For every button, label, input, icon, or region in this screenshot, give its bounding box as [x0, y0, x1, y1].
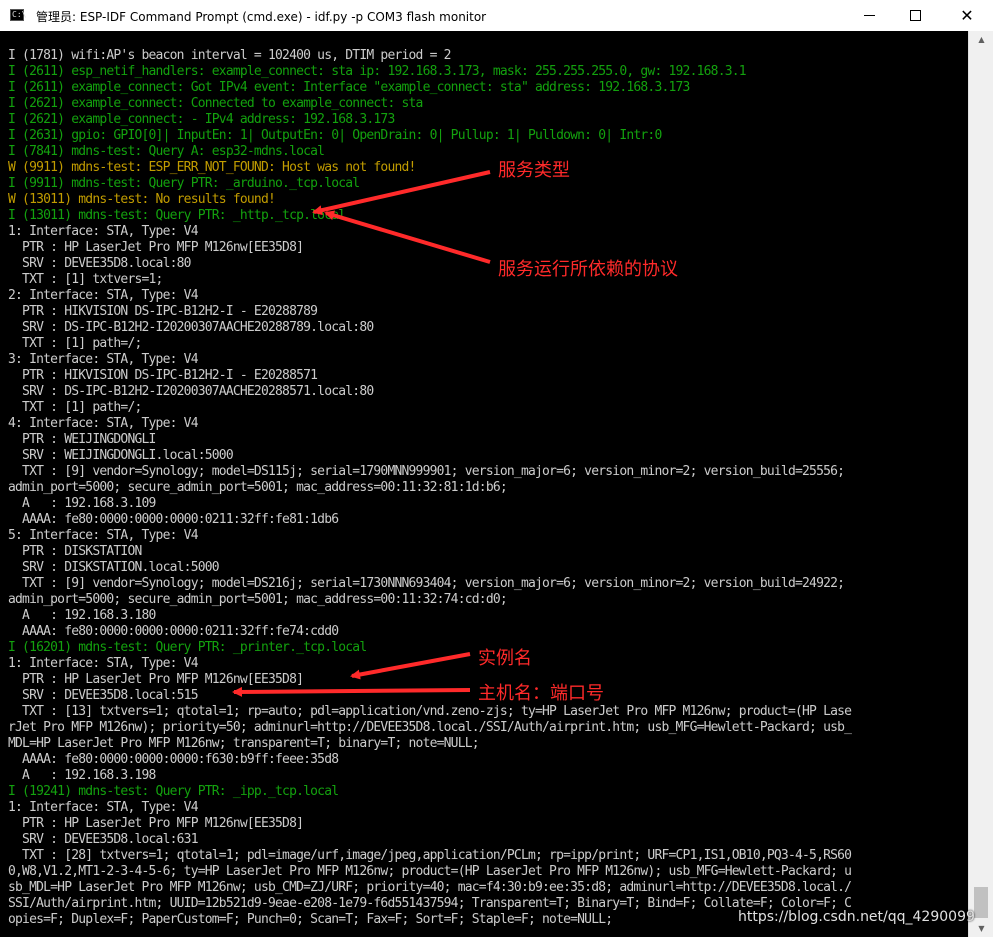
- console-line: PTR : DISKSTATION: [8, 544, 142, 559]
- console-line: 3: Interface: STA, Type: V4: [8, 352, 199, 367]
- console-line: I (16201) mdns-test: Query PTR: _printer…: [8, 640, 367, 655]
- console-line: 2: Interface: STA, Type: V4: [8, 288, 199, 303]
- console-line: 1: Interface: STA, Type: V4: [8, 224, 199, 239]
- console-line: MDL=HP LaserJet Pro MFP M126nw; transpar…: [8, 736, 480, 751]
- cmd-app-icon[interactable]: C:\: [10, 9, 26, 21]
- console-line: W (9911) mdns-test: ESP_ERR_NOT_FOUND: H…: [8, 160, 416, 175]
- annotation-host-port: 主机名：端口号: [478, 683, 604, 704]
- console-line: 0,W8,V1.2,MT1-2-3-4-5-6; ty=HP LaserJet …: [8, 864, 852, 879]
- console-line: W (13011) mdns-test: No results found!: [8, 192, 276, 207]
- console-line: I (19241) mdns-test: Query PTR: _ipp._tc…: [8, 784, 339, 799]
- console-line: PTR : HIKVISION DS-IPC-B12H2-I - E202887…: [8, 304, 318, 319]
- console-line: TXT : [28] txtvers=1; qtotal=1; pdl=imag…: [8, 848, 852, 863]
- console-line: admin_port=5000; secure_admin_port=5001;…: [8, 480, 508, 495]
- close-button[interactable]: ✕: [944, 0, 990, 31]
- console-line: 5: Interface: STA, Type: V4: [8, 528, 199, 543]
- console-line: TXT : [1] txtvers=1;: [8, 272, 163, 287]
- console-line: PTR : HIKVISION DS-IPC-B12H2-I - E202885…: [8, 368, 318, 383]
- console-lines: I (1781) wifi:AP's beacon interval = 102…: [8, 48, 852, 928]
- console-line: SRV : DEVEE35D8.local:631: [8, 832, 198, 847]
- console-line: A : 192.168.3.180: [8, 608, 156, 623]
- console-line: 1: Interface: STA, Type: V4: [8, 656, 199, 671]
- console-line: opies=F; Duplex=F; PaperCustom=F; Punch=…: [8, 912, 613, 927]
- console-line: TXT : [13] txtvers=1; qtotal=1; rp=auto;…: [8, 704, 852, 719]
- scroll-up-arrow-icon[interactable]: ▲: [969, 31, 993, 48]
- blog-watermark: https://blog.csdn.net/qq_4290099: [738, 909, 975, 925]
- console-line: TXT : [9] vendor=Synology; model=DS115j;…: [8, 464, 845, 479]
- console-line: I (2611) esp_netif_handlers: example_con…: [8, 64, 747, 79]
- console-line: A : 192.168.3.109: [8, 496, 156, 511]
- console-line: I (7841) mdns-test: Query A: esp32-mdns.…: [8, 144, 325, 159]
- console-line: I (9911) mdns-test: Query PTR: _arduino.…: [8, 176, 360, 191]
- console-line: SRV : WEIJINGDONGLI.local:5000: [8, 448, 234, 463]
- console-line: rJet Pro MFP M126nw); priority=50; admin…: [8, 720, 852, 735]
- console-line: SRV : DEVEE35D8.local:515: [8, 688, 198, 703]
- console-line: I (2621) example_connect: Connected to e…: [8, 96, 423, 111]
- console-line: 1: Interface: STA, Type: V4: [8, 800, 199, 815]
- vertical-scrollbar[interactable]: ▲ ▼: [968, 31, 993, 937]
- minimize-button[interactable]: [846, 0, 892, 31]
- console-line: I (2611) example_connect: Got IPv4 event…: [8, 80, 690, 95]
- console-line: TXT : [1] path=/;: [8, 336, 142, 351]
- title-bar[interactable]: C:\ 管理员: ESP-IDF Command Prompt (cmd.exe…: [0, 0, 993, 32]
- console-line: SSI/Auth/airprint.htm; UUID=12b521d9-9ea…: [8, 896, 852, 911]
- cmd-window: C:\ 管理员: ESP-IDF Command Prompt (cmd.exe…: [0, 0, 993, 937]
- annotation-service-type: 服务类型: [498, 160, 570, 181]
- console-line: A : 192.168.3.198: [8, 768, 156, 783]
- console-line: I (2621) example_connect: - IPv4 address…: [8, 112, 395, 127]
- console-line: PTR : WEIJINGDONGLI: [8, 432, 156, 447]
- console-line: AAAA: fe80:0000:0000:0000:f630:b9ff:feee…: [8, 752, 339, 767]
- scroll-thumb[interactable]: [974, 887, 988, 918]
- console-line: admin_port=5000; secure_admin_port=5001;…: [8, 592, 508, 607]
- console-line: I (1781) wifi:AP's beacon interval = 102…: [8, 48, 451, 63]
- console-line: 4: Interface: STA, Type: V4: [8, 416, 199, 431]
- console-line: SRV : DISKSTATION.local:5000: [8, 560, 220, 575]
- console-line: SRV : DS-IPC-B12H2-I20200307AACHE2028857…: [8, 384, 374, 399]
- console-line: AAAA: fe80:0000:0000:0000:0211:32ff:fe74…: [8, 624, 339, 639]
- console-line: TXT : [9] vendor=Synology; model=DS216j;…: [8, 576, 845, 591]
- console-line: PTR : HP LaserJet Pro MFP M126nw[EE35D8]: [8, 240, 304, 255]
- annotation-protocol: 服务运行所依赖的协议: [498, 259, 678, 280]
- console-output[interactable]: I (1781) wifi:AP's beacon interval = 102…: [0, 31, 968, 937]
- console-line: SRV : DEVEE35D8.local:80: [8, 256, 191, 271]
- console-line: AAAA: fe80:0000:0000:0000:0211:32ff:fe81…: [8, 512, 339, 527]
- console-line: PTR : HP LaserJet Pro MFP M126nw[EE35D8]: [8, 816, 304, 831]
- annotation-instance-name: 实例名: [478, 648, 532, 669]
- window-title: 管理员: ESP-IDF Command Prompt (cmd.exe) - …: [36, 10, 487, 24]
- console-line: I (13011) mdns-test: Query PTR: _http._t…: [8, 208, 346, 223]
- maximize-button[interactable]: [892, 0, 938, 31]
- console-line: SRV : DS-IPC-B12H2-I20200307AACHE2028878…: [8, 320, 374, 335]
- console-line: PTR : HP LaserJet Pro MFP M126nw[EE35D8]: [8, 672, 304, 687]
- console-line: TXT : [1] path=/;: [8, 400, 142, 415]
- console-line: sb_MDL=HP LaserJet Pro MFP M126nw; usb_C…: [8, 880, 852, 895]
- console-line: I (2631) gpio: GPIO[0]| InputEn: 1| Outp…: [8, 128, 662, 143]
